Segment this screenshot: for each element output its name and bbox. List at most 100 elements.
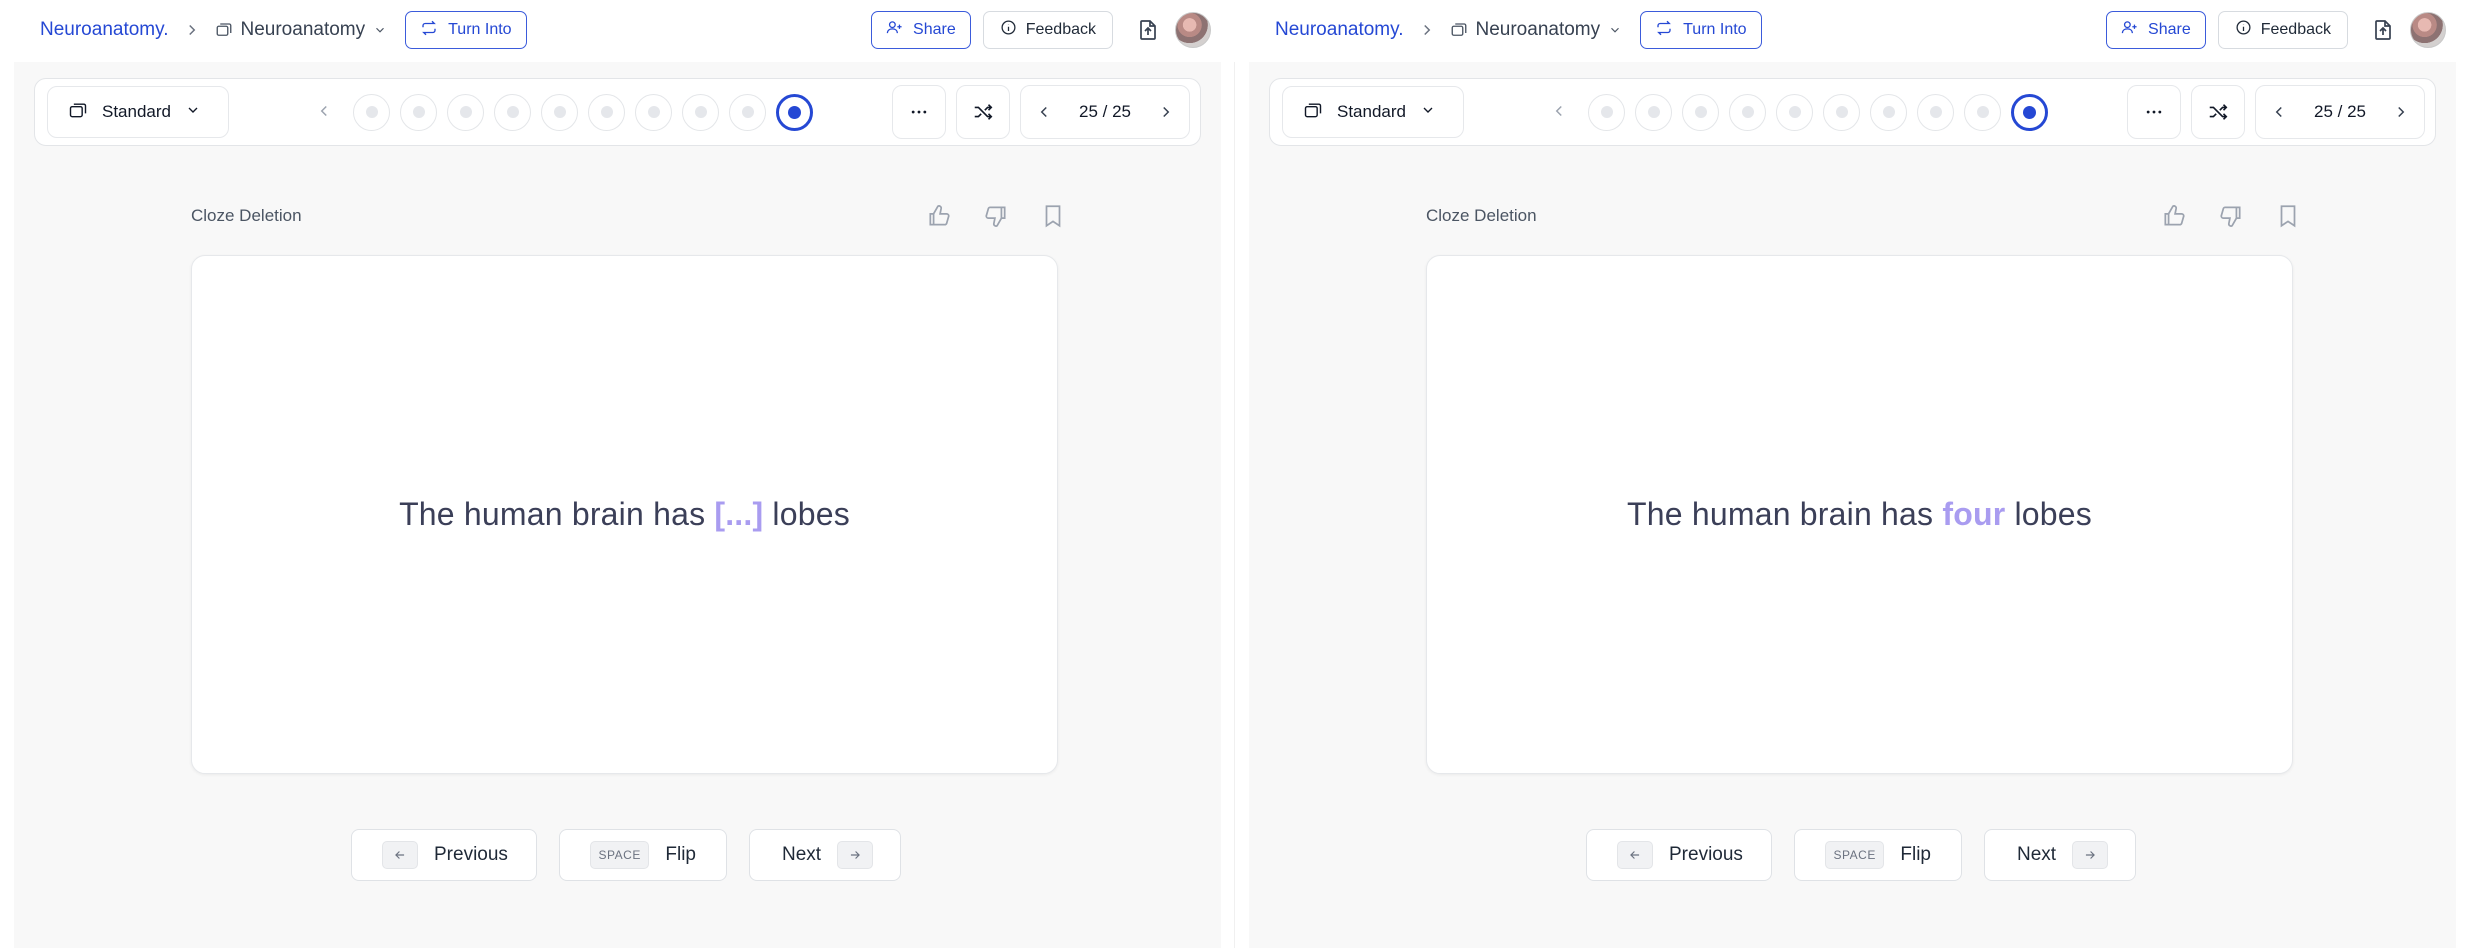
card-pager: 25 / 25 (1020, 85, 1190, 139)
progress-dot[interactable] (400, 93, 437, 131)
shuffle-icon[interactable] (956, 85, 1010, 139)
previous-button[interactable]: Previous (351, 829, 537, 881)
card-type-label: Cloze Deletion (191, 206, 302, 225)
progress-dot[interactable] (635, 93, 672, 131)
deck-name: Neuroanatomy (1475, 19, 1601, 40)
progress-dot[interactable] (588, 93, 625, 131)
chevron-right-icon[interactable] (2392, 103, 2410, 121)
progress-dot[interactable] (1917, 93, 1954, 131)
previous-label: Previous (1669, 844, 1743, 865)
flashcard[interactable]: The human brain has four lobes (1426, 255, 2293, 774)
progress-dot[interactable] (1870, 93, 1907, 131)
turn-into-icon (420, 19, 438, 42)
progress-dot[interactable] (1682, 93, 1719, 131)
card-header: Cloze Deletion (191, 200, 1071, 232)
chevron-left-icon[interactable] (1550, 102, 1570, 122)
upload-file-icon[interactable] (2366, 13, 2400, 47)
thumbs-up-icon[interactable] (926, 203, 953, 230)
shuffle-icon[interactable] (2191, 85, 2245, 139)
panel-front: Neuroanatomy. Neuroanatomy Turn Into Sha… (0, 0, 1235, 948)
flip-button[interactable]: SPACE Flip (1794, 829, 1962, 881)
chevron-left-icon[interactable] (1035, 103, 1053, 121)
mode-label: Standard (1337, 102, 1406, 121)
thumbs-down-icon[interactable] (2218, 203, 2245, 230)
card-stack-icon (68, 100, 88, 125)
arrow-right-icon (837, 841, 874, 869)
flashcard[interactable]: The human brain has [...] lobes (191, 255, 1058, 774)
more-icon[interactable] (2127, 85, 2181, 139)
turn-into-button[interactable]: Turn Into (405, 11, 527, 49)
flip-label: Flip (1900, 844, 1931, 865)
progress-dot[interactable] (494, 93, 531, 131)
progress-dot[interactable] (1588, 93, 1625, 131)
next-button[interactable]: Next (749, 829, 901, 881)
card-stack-icon (1303, 100, 1323, 125)
brand-link[interactable]: Neuroanatomy. (40, 19, 169, 41)
progress-dot-current[interactable] (2011, 93, 2048, 131)
card-text-before: The human brain has (1627, 496, 1943, 532)
thumbs-down-icon[interactable] (983, 203, 1010, 230)
top-bar: Neuroanatomy. Neuroanatomy Turn Into Sha… (1235, 0, 2470, 60)
turn-into-label: Turn Into (448, 21, 512, 38)
next-label: Next (782, 844, 822, 865)
progress-dot[interactable] (447, 93, 484, 131)
deck-name: Neuroanatomy (240, 19, 366, 40)
deck-icon (215, 21, 233, 39)
avatar[interactable] (2410, 12, 2446, 48)
mode-label: Standard (102, 102, 171, 121)
chevron-right-icon[interactable] (1157, 103, 1175, 121)
progress-dot[interactable] (682, 93, 719, 131)
thumbs-up-icon[interactable] (2161, 203, 2188, 230)
upload-file-icon[interactable] (1131, 13, 1165, 47)
chevron-left-icon[interactable] (2270, 103, 2288, 121)
turn-into-button[interactable]: Turn Into (1640, 11, 1762, 49)
brand-link[interactable]: Neuroanatomy. (1275, 19, 1404, 41)
deck-dropdown[interactable]: Neuroanatomy (1450, 19, 1623, 41)
progress-dot-current[interactable] (776, 93, 813, 131)
progress-dots (315, 93, 813, 131)
chevron-down-icon (185, 102, 201, 123)
card-header: Cloze Deletion (1426, 200, 2306, 232)
cloze-blank: [...] (714, 496, 764, 532)
chevron-down-icon (1420, 102, 1436, 123)
cloze-answer: four (1942, 496, 2006, 532)
feedback-button[interactable]: Feedback (2217, 11, 2348, 49)
chevron-down-icon (373, 23, 387, 37)
progress-dot[interactable] (1635, 93, 1672, 131)
progress-dot[interactable] (1823, 93, 1860, 131)
previous-label: Previous (434, 844, 508, 865)
progress-dot[interactable] (353, 93, 390, 131)
mode-dropdown[interactable]: Standard (1282, 86, 1464, 138)
flip-button[interactable]: SPACE Flip (559, 829, 727, 881)
mode-dropdown[interactable]: Standard (47, 86, 229, 138)
chevron-left-icon[interactable] (315, 102, 335, 122)
next-label: Next (2017, 844, 2057, 865)
share-button[interactable]: Share (871, 11, 971, 49)
deck-icon (1450, 21, 1468, 39)
share-label: Share (2148, 21, 2191, 38)
progress-dot[interactable] (1729, 93, 1766, 131)
study-toolbar: Standard 25 / 25 (1269, 78, 2436, 146)
bookmark-icon[interactable] (2275, 203, 2302, 230)
share-button[interactable]: Share (2106, 11, 2206, 49)
info-icon (1000, 19, 1017, 41)
card-text: The human brain has [...] lobes (399, 496, 850, 533)
avatar[interactable] (1175, 12, 1211, 48)
progress-dot[interactable] (1964, 93, 2001, 131)
progress-dot[interactable] (729, 93, 766, 131)
card-type-label: Cloze Deletion (1426, 206, 1537, 225)
progress-dot[interactable] (1776, 93, 1813, 131)
feedback-label: Feedback (2260, 21, 2331, 38)
progress-dots (1550, 93, 2048, 131)
next-button[interactable]: Next (1984, 829, 2136, 881)
more-icon[interactable] (892, 85, 946, 139)
progress-dot[interactable] (541, 93, 578, 131)
previous-button[interactable]: Previous (1586, 829, 1772, 881)
card-counter: 25 / 25 (2314, 102, 2366, 121)
deck-dropdown[interactable]: Neuroanatomy (215, 19, 388, 41)
info-icon (2235, 19, 2252, 41)
study-area: Standard 25 / 25 Cloze Deletion The huma… (1249, 62, 2456, 948)
bookmark-icon[interactable] (1040, 203, 1067, 230)
feedback-button[interactable]: Feedback (982, 11, 1113, 49)
turn-into-label: Turn Into (1683, 21, 1747, 38)
